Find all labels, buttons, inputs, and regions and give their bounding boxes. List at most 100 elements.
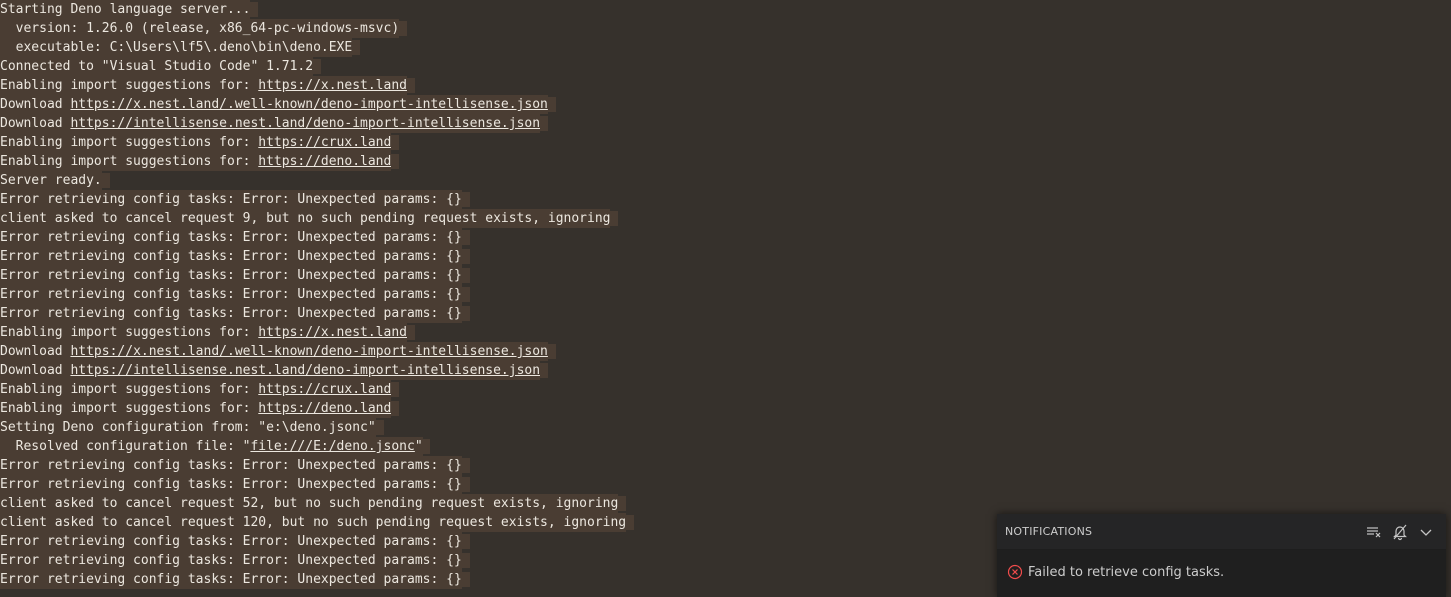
notification-center: NOTIFICATIONS Failed to retrieve config …: [997, 514, 1446, 597]
output-line: executable: C:\Users\lf5\.deno\bin\deno.…: [0, 38, 1451, 57]
bell-slash-icon[interactable]: [1390, 522, 1410, 542]
output-line-pad: [461, 477, 470, 492]
output-line-pad: [461, 192, 470, 207]
output-line: Enabling import suggestions for: https:/…: [0, 152, 1451, 171]
output-line: client asked to cancel request 9, but no…: [0, 209, 1451, 228]
output-line-pad: [407, 325, 415, 340]
notification-header: NOTIFICATIONS: [997, 514, 1446, 550]
output-panel[interactable]: Starting Deno language server... version…: [0, 0, 1451, 597]
output-line: Starting Deno language server...: [0, 0, 1451, 19]
output-link[interactable]: https://deno.land: [258, 152, 392, 171]
output-text: client asked to cancel request 9, but no…: [0, 209, 611, 228]
output-line-pad: [610, 211, 619, 226]
output-text: Error retrieving config tasks: Error: Un…: [0, 551, 462, 570]
output-text: Error retrieving config tasks: Error: Un…: [0, 228, 462, 247]
output-line: Download https://x.nest.land/.well-known…: [0, 342, 1451, 361]
output-link[interactable]: https://x.nest.land/.well-known/deno-imp…: [70, 342, 548, 361]
output-text: Enabling import suggestions for:: [0, 133, 259, 152]
output-text: Error retrieving config tasks: Error: Un…: [0, 570, 462, 589]
output-link[interactable]: file:///E:/deno.jsonc: [250, 437, 415, 456]
output-line-pad: [101, 173, 110, 188]
output-line: Error retrieving config tasks: Error: Un…: [0, 475, 1451, 494]
output-line-pad: [461, 553, 470, 568]
output-line: Download https://x.nest.land/.well-known…: [0, 95, 1451, 114]
clear-all-icon[interactable]: [1364, 522, 1384, 542]
output-line-pad: [540, 363, 548, 378]
output-line-pad: [313, 59, 321, 74]
output-text: Error retrieving config tasks: Error: Un…: [0, 304, 462, 323]
output-text: ": [414, 437, 423, 456]
error-icon: [1007, 564, 1023, 580]
notification-title: NOTIFICATIONS: [1005, 525, 1093, 538]
output-link[interactable]: https://x.nest.land: [258, 323, 407, 342]
output-line: Error retrieving config tasks: Error: Un…: [0, 266, 1451, 285]
output-line: Error retrieving config tasks: Error: Un…: [0, 285, 1451, 304]
output-text: Enabling import suggestions for:: [0, 76, 259, 95]
output-line-pad: [461, 572, 470, 587]
output-line: Enabling import suggestions for: https:/…: [0, 76, 1451, 95]
chevron-down-icon[interactable]: [1416, 522, 1436, 542]
output-line-pad: [391, 135, 400, 150]
output-line-pad: [618, 496, 627, 511]
output-line-pad: [399, 21, 407, 36]
notification-item[interactable]: Failed to retrieve config tasks.: [997, 550, 1446, 597]
output-line-pad: [626, 515, 634, 530]
output-text: Enabling import suggestions for:: [0, 399, 259, 418]
output-line: Download https://intellisense.nest.land/…: [0, 114, 1451, 133]
output-text: Error retrieving config tasks: Error: Un…: [0, 532, 462, 551]
output-link[interactable]: https://x.nest.land: [258, 76, 407, 95]
output-text: client asked to cancel request 120, but …: [0, 513, 627, 532]
output-text: Error retrieving config tasks: Error: Un…: [0, 475, 462, 494]
output-line-pad: [547, 97, 556, 112]
output-line-pad: [540, 116, 548, 131]
output-line-pad: [461, 268, 470, 283]
output-line: Error retrieving config tasks: Error: Un…: [0, 228, 1451, 247]
output-line-pad: [461, 458, 470, 473]
output-text: Error retrieving config tasks: Error: Un…: [0, 266, 462, 285]
output-line-pad: [391, 382, 400, 397]
output-line-pad: [391, 401, 400, 416]
output-line-pad: [352, 40, 361, 55]
output-line: version: 1.26.0 (release, x86_64-pc-wind…: [0, 19, 1451, 38]
output-text: Starting Deno language server...: [0, 0, 251, 19]
output-text: Enabling import suggestions for:: [0, 380, 259, 399]
output-link[interactable]: https://intellisense.nest.land/deno-impo…: [70, 114, 541, 133]
output-line-pad: [461, 230, 470, 245]
output-line: Resolved configuration file: "file:///E:…: [0, 437, 1451, 456]
output-link[interactable]: https://crux.land: [258, 133, 392, 152]
output-link[interactable]: https://intellisense.nest.land/deno-impo…: [70, 361, 541, 380]
output-line-pad: [422, 439, 431, 454]
output-text: Download: [0, 95, 71, 114]
output-text: Download: [0, 114, 71, 133]
output-line: Enabling import suggestions for: https:/…: [0, 399, 1451, 418]
output-line-pad: [547, 344, 556, 359]
output-text: Error retrieving config tasks: Error: Un…: [0, 456, 462, 475]
output-text: Enabling import suggestions for:: [0, 323, 259, 342]
output-text: version: 1.26.0 (release, x86_64-pc-wind…: [0, 19, 400, 38]
output-line: Error retrieving config tasks: Error: Un…: [0, 247, 1451, 266]
output-line-pad: [407, 78, 415, 93]
output-text: Resolved configuration file: ": [0, 437, 251, 456]
output-link[interactable]: https://x.nest.land/.well-known/deno-imp…: [70, 95, 548, 114]
output-line: Download https://intellisense.nest.land/…: [0, 361, 1451, 380]
notification-message: Failed to retrieve config tasks.: [1028, 565, 1225, 580]
output-line-pad: [461, 287, 470, 302]
output-line: client asked to cancel request 52, but n…: [0, 494, 1451, 513]
output-text: Enabling import suggestions for:: [0, 152, 259, 171]
output-line: Enabling import suggestions for: https:/…: [0, 323, 1451, 342]
output-text: Server ready.: [0, 171, 102, 190]
output-line-pad: [375, 420, 384, 435]
output-text: Error retrieving config tasks: Error: Un…: [0, 247, 462, 266]
output-text: Download: [0, 342, 71, 361]
output-link[interactable]: https://deno.land: [258, 399, 392, 418]
output-line: Error retrieving config tasks: Error: Un…: [0, 304, 1451, 323]
output-text: Download: [0, 361, 71, 380]
output-line: Error retrieving config tasks: Error: Un…: [0, 190, 1451, 209]
output-line-pad: [391, 154, 400, 169]
output-link[interactable]: https://crux.land: [258, 380, 392, 399]
output-text: client asked to cancel request 52, but n…: [0, 494, 619, 513]
output-line: Setting Deno configuration from: "e:\den…: [0, 418, 1451, 437]
output-line: Enabling import suggestions for: https:/…: [0, 133, 1451, 152]
output-line: Server ready.: [0, 171, 1451, 190]
output-line-pad: [250, 2, 259, 17]
